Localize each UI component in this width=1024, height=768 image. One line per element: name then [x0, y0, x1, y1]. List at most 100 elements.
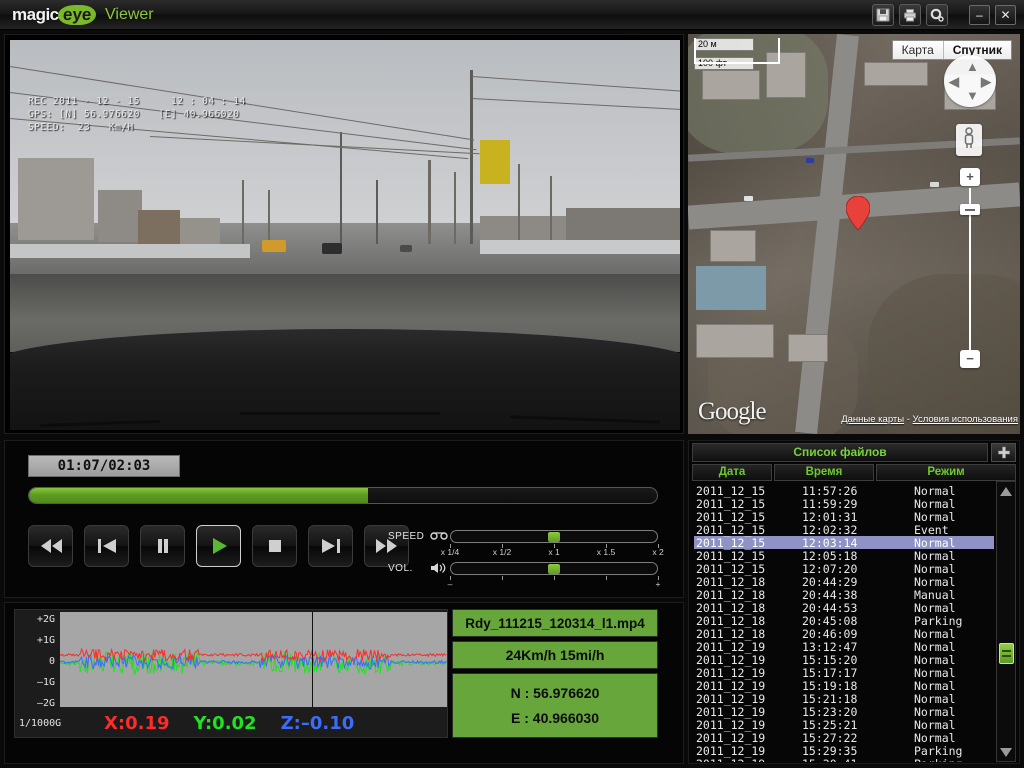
zoom-slider-thumb[interactable]	[960, 204, 980, 215]
video-vehicle	[262, 240, 286, 252]
video-billboard	[480, 140, 510, 184]
rewind-button[interactable]	[28, 525, 73, 567]
save-button[interactable]	[872, 4, 894, 26]
file-list-column-header[interactable]: Время	[774, 464, 874, 481]
video-building	[180, 218, 220, 244]
previous-button[interactable]	[84, 525, 129, 567]
speed-slider-thumb[interactable]	[548, 531, 560, 542]
file-row-time: 13:12:47	[802, 639, 858, 654]
file-row-date: 2011_12_19	[696, 665, 766, 680]
table-row[interactable]: 2011_12_19 15:21:18 Normal	[694, 691, 994, 706]
time-display: 01:07/02:03	[28, 455, 180, 477]
street-view-pegman[interactable]	[956, 124, 982, 156]
gsensor-playhead[interactable]	[312, 612, 313, 707]
stop-button[interactable]	[252, 525, 297, 567]
speed-slider-track[interactable]	[450, 529, 658, 543]
file-row-mode: Manual	[914, 587, 956, 602]
progress-bar[interactable]	[28, 487, 658, 504]
next-button[interactable]	[308, 525, 353, 567]
pan-left-icon[interactable]: ◀	[949, 74, 959, 90]
pan-right-icon[interactable]: ▶	[981, 74, 991, 90]
file-row-mode: Normal	[914, 626, 956, 641]
zoom-in-button[interactable]: +	[960, 168, 980, 186]
table-row[interactable]: 2011_12_15 11:59:29 Normal	[694, 496, 994, 511]
video-pole	[376, 180, 378, 244]
gsensor-traces	[59, 647, 447, 676]
file-list-rows[interactable]: 2011_12_15 11:57:26 Normal 2011_12_15 11:59:…	[694, 484, 994, 762]
pan-down-icon[interactable]: ▼	[966, 88, 979, 103]
scrollbar-thumb[interactable]	[999, 643, 1014, 664]
table-row[interactable]: 2011_12_19 15:27:22 Normal	[694, 731, 994, 745]
table-row[interactable]: 2011_12_19 13:12:47 Normal	[694, 639, 994, 654]
table-row[interactable]: 2011_12_15 12:01:31 Normal	[694, 509, 994, 524]
file-row-date: 2011_12_18	[696, 587, 766, 602]
file-row-mode: Parking	[914, 757, 994, 763]
zoom-control: + −	[960, 168, 980, 368]
gsensor-scale-label: 1/1000G	[19, 717, 62, 729]
video-snow	[10, 244, 250, 258]
tab-map[interactable]: Карта	[892, 41, 944, 59]
video-panel[interactable]: REC 2011 - 12 - 15 12 : 04 : 14 GPS: [N] …	[4, 34, 684, 434]
play-button[interactable]	[196, 525, 241, 567]
table-row[interactable]: 2011_12_19 15:29:35 Parking	[694, 743, 994, 758]
scroll-down-button[interactable]	[998, 744, 1014, 760]
table-row[interactable]: 2011_12_18 20:44:53 Normal	[694, 601, 994, 615]
table-row[interactable]: 2011_12_1915:30:41Parking	[694, 757, 994, 763]
file-list-column-header[interactable]: Режим	[876, 464, 1016, 481]
table-row[interactable]: 2011_12_15 12:07:20 Normal	[694, 562, 994, 576]
table-row[interactable]: 2011_12_19 15:19:18 Normal	[694, 679, 994, 693]
file-list-scrollbar[interactable]	[996, 481, 1016, 762]
map-terms-link[interactable]: Условия использования	[913, 414, 1018, 425]
minimize-button[interactable]: –	[969, 5, 990, 25]
volume-icon[interactable]	[430, 562, 450, 574]
map-building	[788, 334, 828, 362]
table-row[interactable]: 2011_12_15 12:05:18 Normal	[694, 548, 994, 563]
map-location-marker[interactable]	[845, 195, 871, 235]
file-row-mode: Normal	[914, 535, 956, 550]
video-pole	[340, 132, 342, 244]
file-row-date: 2011_12_19	[696, 743, 766, 758]
file-list-column-header[interactable]: Дата	[692, 464, 772, 481]
pause-button[interactable]	[140, 525, 185, 567]
close-button[interactable]: ✕	[995, 5, 1016, 25]
map-data-link[interactable]: Данные карты	[841, 414, 904, 425]
file-row-mode: Normal	[914, 496, 956, 511]
file-row-time: 15:30:41	[802, 757, 914, 763]
video-tree	[428, 160, 431, 244]
file-row-time: 15:21:18	[802, 691, 858, 706]
print-button[interactable]	[899, 4, 921, 26]
table-row[interactable]: 2011_12_19 15:15:20 Normal	[694, 653, 994, 667]
latitude-value: N : 56.976620	[510, 685, 600, 701]
table-row[interactable]: 2011_12_15 12:02:32 Event	[694, 522, 994, 537]
gsensor-axis-tick: 0	[48, 656, 55, 667]
table-row[interactable]: 2011_12_19 15:25:21 Normal	[694, 718, 994, 732]
add-file-button[interactable]	[991, 443, 1016, 462]
table-row[interactable]: 2011_12_18 20:46:09 Normal	[694, 626, 994, 641]
scroll-up-button[interactable]	[998, 483, 1014, 499]
table-row[interactable]: 2011_12_15 11:57:26 Normal	[694, 484, 994, 498]
speed-volume-controls: SPEED x 1/4 x 1/2 x 1x 1.5 x 2 VOL. – +	[388, 528, 664, 589]
pan-up-icon[interactable]: ▲	[966, 59, 979, 74]
pan-control[interactable]: ▲ ◀ ▶ ▼	[944, 55, 996, 107]
settings-button[interactable]	[926, 4, 948, 26]
zoom-out-button[interactable]: −	[960, 350, 980, 368]
table-row[interactable]: 2011_12_19 15:17:17 Normal	[694, 665, 994, 680]
file-row-date: 2011_12_15	[696, 509, 766, 524]
map-building	[696, 324, 774, 358]
gsensor-axis-tick: –2G	[36, 698, 55, 709]
plus-icon	[997, 446, 1010, 458]
volume-slider-track[interactable]	[450, 561, 658, 575]
volume-slider-thumb[interactable]	[548, 563, 560, 574]
file-row-date: 2011_12_15	[696, 548, 766, 563]
table-row[interactable]: 2011_12_18 20:45:08 Parking	[694, 613, 994, 628]
file-row-time: 15:29:35	[802, 743, 858, 758]
file-row-date: 2011_12_15	[696, 522, 766, 537]
table-row[interactable]: 2011_12_15 12:03:14 Normal	[694, 535, 994, 550]
table-row[interactable]: 2011_12_19 15:23:20 Normal	[694, 704, 994, 719]
table-row[interactable]: 2011_12_18 20:44:29 Normal	[694, 575, 994, 589]
table-row[interactable]: 2011_12_18 20:44:38 Manual	[694, 587, 994, 602]
file-row-time: 15:23:20	[802, 704, 858, 719]
file-row-time: 20:45:08	[802, 613, 858, 628]
gsensor-graph-box[interactable]: +2G +1G 0 –1G –2G 1/1000G X:0.19 Y:0.02 Z:–0…	[14, 609, 448, 738]
file-row-time: 15:17:17	[802, 665, 858, 680]
